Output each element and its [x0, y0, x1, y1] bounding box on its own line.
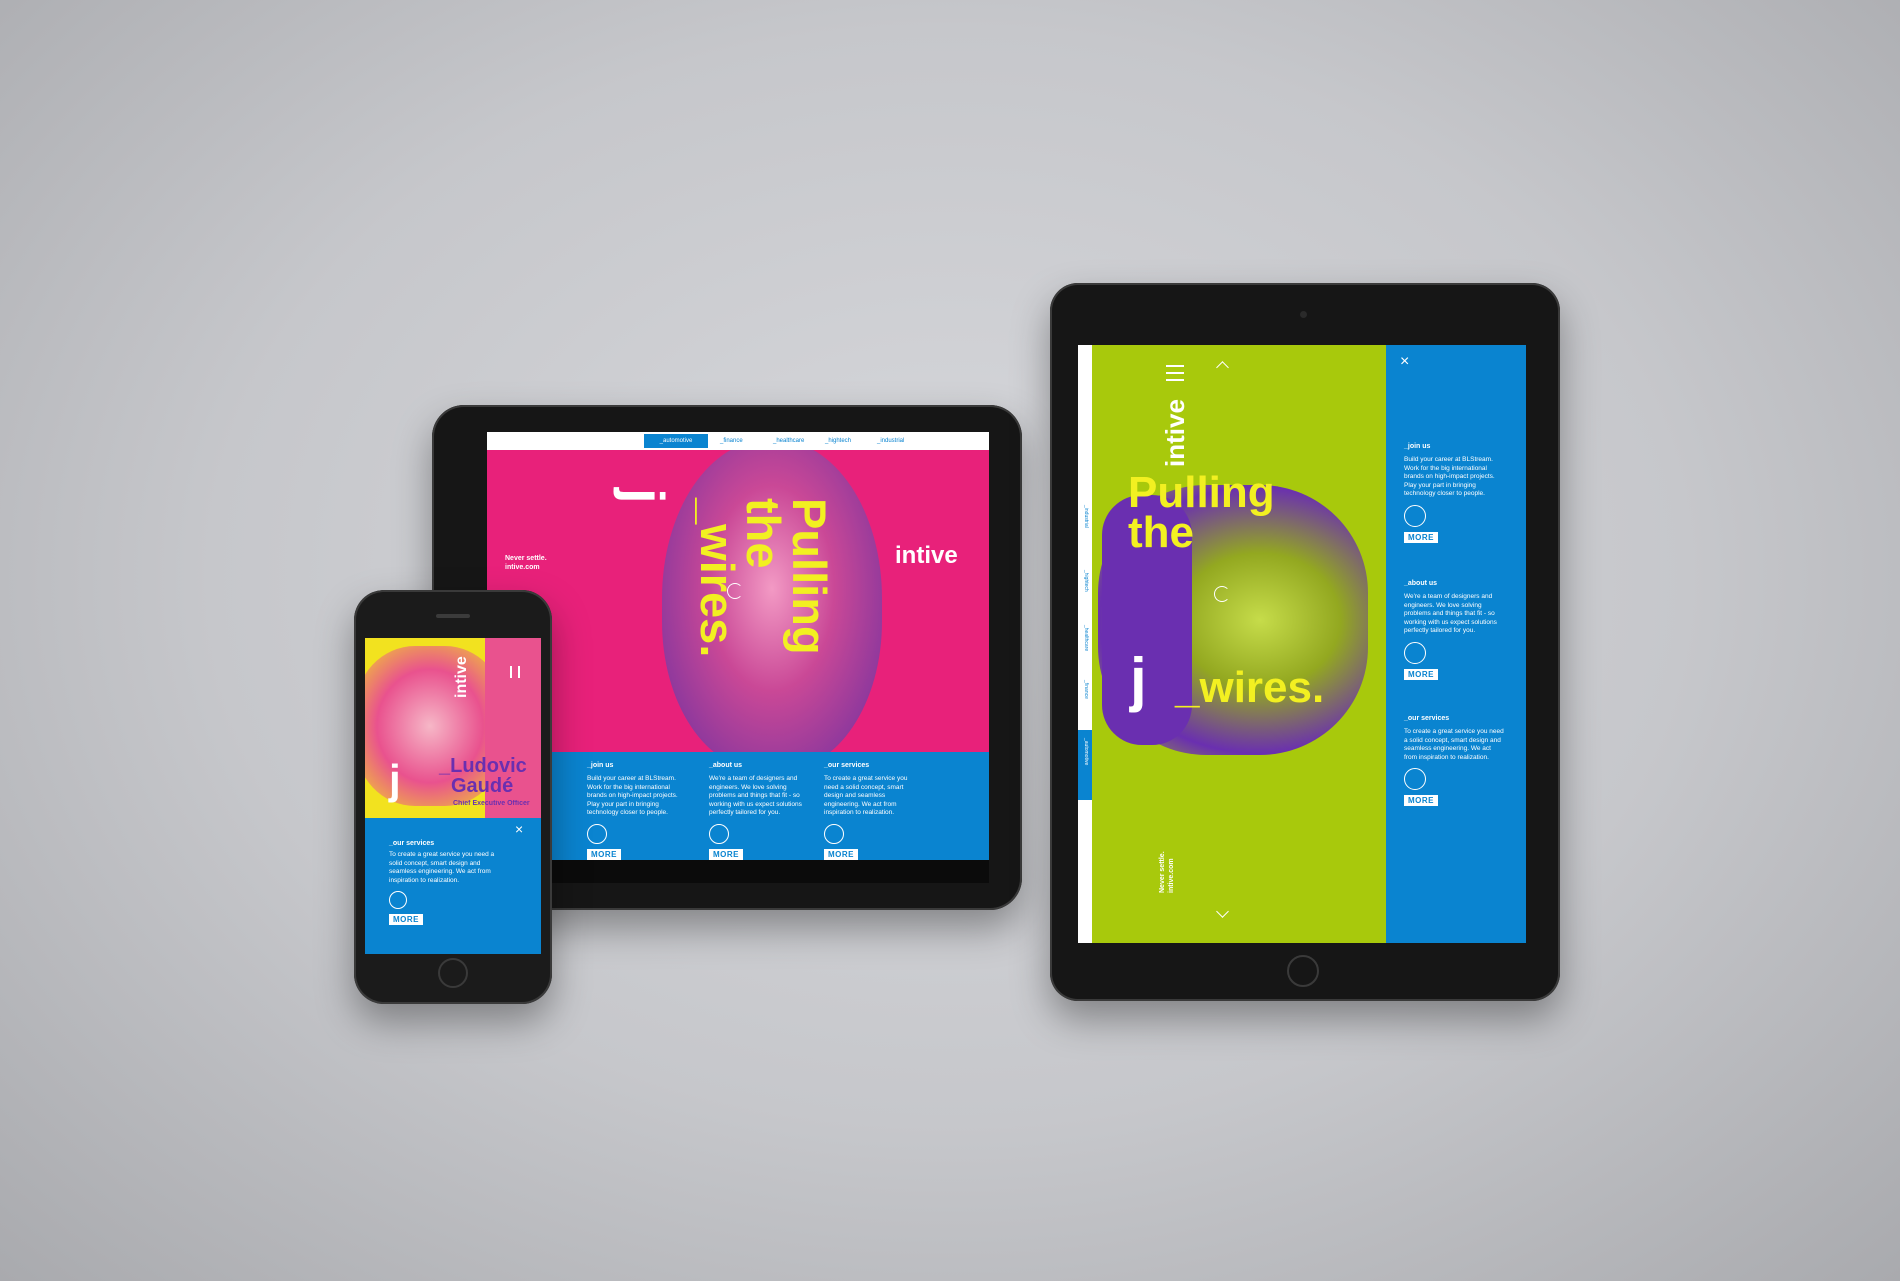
- menu-icon[interactable]: [1166, 365, 1184, 381]
- panel-body: To create a great service you need a sol…: [389, 851, 495, 884]
- side-nav-healthcare[interactable]: _healthcare: [1083, 625, 1089, 651]
- screen-bottom: [487, 860, 989, 883]
- shirt-icon: [587, 823, 607, 844]
- more-button-join[interactable]: MORE: [1404, 531, 1438, 543]
- refresh-icon[interactable]: [1214, 586, 1230, 602]
- person-name: _Ludovic Gaudé: [439, 755, 527, 797]
- scroll-up-icon[interactable]: [1216, 361, 1229, 374]
- top-nav: _automotive _finance _healthcare _highte…: [487, 432, 989, 450]
- side-nav-active[interactable]: _automotive: [1078, 730, 1092, 800]
- column-about-us: _about us We're a team of designers and …: [709, 762, 804, 862]
- hero-j: j: [613, 488, 676, 504]
- hero-logo[interactable]: intive: [895, 542, 958, 570]
- hero-j: j: [389, 756, 401, 803]
- column-body: Build your career at BLStream. Work for …: [587, 775, 678, 816]
- panel-item-services: _our services To create a great service …: [1404, 715, 1504, 808]
- speaker: [436, 614, 470, 618]
- home-button[interactable]: [438, 958, 468, 988]
- nav-item-automotive[interactable]: _automotive: [644, 434, 708, 448]
- column-body: We're a team of designers and engineers.…: [709, 775, 802, 816]
- people-icon: [709, 823, 729, 844]
- phone: intive j _Ludovic Gaudé Chief Executive …: [354, 590, 552, 1004]
- gear-icon: [824, 823, 844, 844]
- column-title: _join us: [587, 762, 614, 769]
- column-services: _our services To create a great service …: [824, 762, 919, 862]
- column-body: To create a great service you need a sol…: [824, 775, 908, 816]
- nav-item-industrial[interactable]: _industrial: [877, 434, 932, 448]
- services-content: _our services To create a great service …: [389, 840, 509, 927]
- more-button-services[interactable]: MORE: [1404, 795, 1438, 806]
- hero-headline-top: Pulling the: [1128, 468, 1275, 557]
- panel-item-about: _about us We're a team of designers and …: [1404, 580, 1504, 682]
- hero-headline: Pulling the _wires.: [691, 498, 836, 658]
- home-button[interactable]: [1287, 955, 1319, 987]
- panel-title: _our services: [389, 840, 435, 847]
- person-role: Chief Executive Officer: [453, 800, 530, 807]
- front-camera: [1300, 311, 1307, 318]
- refresh-icon[interactable]: [727, 583, 743, 599]
- gear-icon: [389, 891, 407, 909]
- side-nav-finance[interactable]: _finance: [1083, 680, 1089, 699]
- hero-j: j: [1130, 646, 1147, 713]
- more-button[interactable]: MORE: [389, 914, 423, 925]
- hero: Never settle. intive.com intive j Pullin…: [487, 450, 989, 752]
- hero-tagline: Never settle. intive.com: [1159, 851, 1175, 893]
- panel-item-body: To create a great service you need a sol…: [1404, 728, 1504, 761]
- nav-item-healthcare[interactable]: _healthcare: [773, 434, 823, 448]
- panel-item-join: _join us Build your career at BLStream. …: [1404, 443, 1504, 545]
- menu-panel: × _join us Build your career at BLStream…: [1386, 345, 1526, 943]
- scroll-down-icon[interactable]: [1216, 905, 1229, 918]
- close-icon[interactable]: ×: [1400, 353, 1409, 371]
- portrait-tablet: _industrial _hightech _healthcare _finan…: [1050, 283, 1560, 1001]
- nav-item-hightech[interactable]: _hightech: [825, 434, 875, 448]
- more-button-about[interactable]: MORE: [709, 848, 743, 860]
- panel-item-body: We're a team of designers and engineers.…: [1404, 593, 1497, 634]
- side-nav-hightech[interactable]: _hightech: [1083, 570, 1089, 592]
- panel-item-title: _our services: [1404, 715, 1450, 722]
- people-icon: [1404, 641, 1426, 664]
- nav-item-finance[interactable]: _finance: [720, 434, 770, 448]
- hero-headline-bottom: _wires.: [1175, 663, 1325, 712]
- hero-logo[interactable]: intive: [453, 656, 471, 698]
- panel-item-body: Build your career at BLStream. Work for …: [1404, 456, 1495, 497]
- shirt-icon: [1404, 504, 1426, 527]
- portrait-screen: _industrial _hightech _healthcare _finan…: [1078, 345, 1526, 943]
- menu-icon[interactable]: [510, 666, 520, 678]
- more-button-join[interactable]: MORE: [587, 848, 621, 860]
- column-title: _our services: [824, 762, 870, 769]
- info-columns: _join us Build your career at BLStream. …: [487, 752, 989, 860]
- landscape-screen: _automotive _finance _healthcare _highte…: [487, 432, 989, 883]
- side-nav-industrial[interactable]: _industrial: [1083, 505, 1089, 528]
- more-button-about[interactable]: MORE: [1404, 668, 1438, 680]
- services-panel: × _our services To create a great servic…: [365, 818, 541, 954]
- column-join-us: _join us Build your career at BLStream. …: [587, 762, 682, 862]
- hero-logo[interactable]: intive: [1160, 399, 1191, 467]
- panel-item-title: _about us: [1404, 580, 1438, 587]
- side-nav: _industrial _hightech _healthcare _finan…: [1078, 345, 1092, 943]
- panel-item-title: _join us: [1404, 443, 1431, 450]
- column-title: _about us: [709, 762, 743, 769]
- hero-tagline: Never settle. intive.com: [505, 555, 547, 571]
- more-button-services[interactable]: MORE: [824, 848, 858, 860]
- close-icon[interactable]: ×: [515, 821, 523, 837]
- gear-icon: [1404, 768, 1426, 790]
- side-nav-automotive: _automotive: [1083, 738, 1089, 766]
- phone-screen: intive j _Ludovic Gaudé Chief Executive …: [365, 638, 541, 954]
